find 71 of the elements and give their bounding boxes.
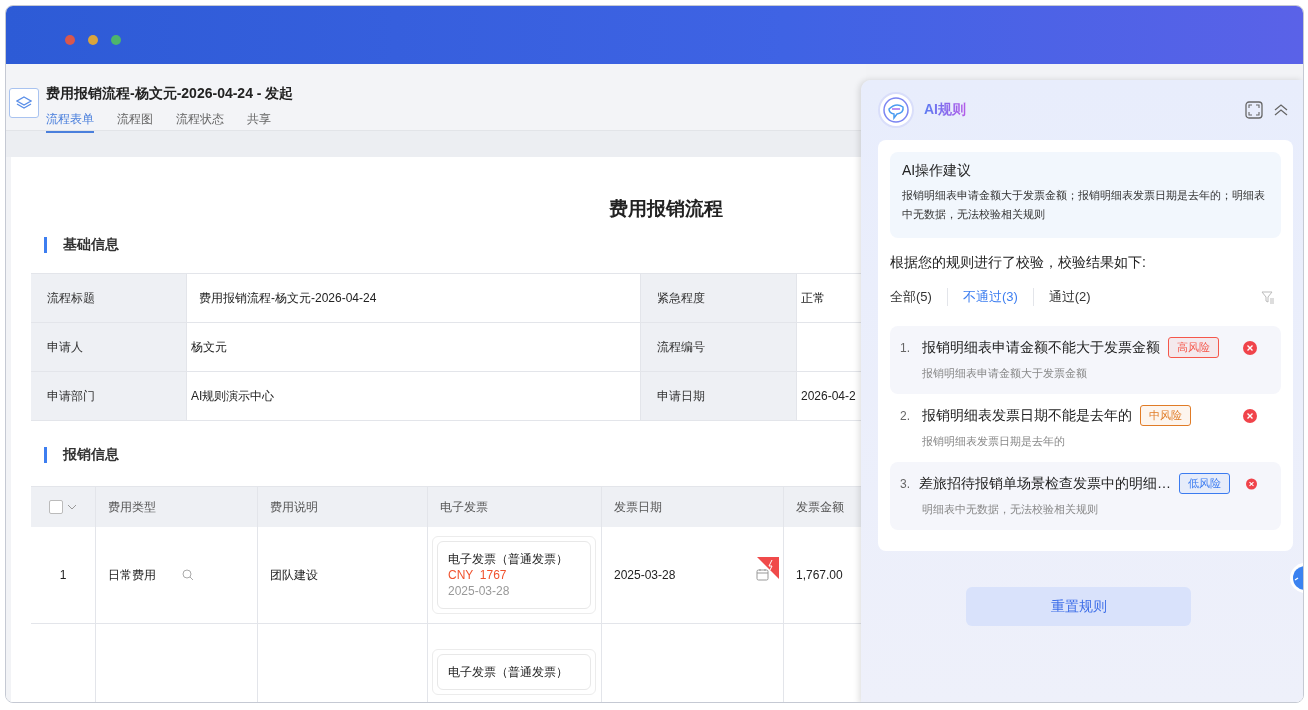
fullscreen-icon[interactable]: [1245, 101, 1263, 119]
tab[interactable]: 流程状态: [176, 111, 224, 133]
chevron-down-icon[interactable]: [67, 504, 77, 510]
field-label: 流程编号: [641, 323, 797, 372]
field-label: 紧急程度: [641, 274, 797, 323]
summary-text: 根据您的规则进行了校验，校验结果如下:: [890, 254, 1147, 272]
column-header: 发票金额: [796, 498, 844, 516]
reset-rules-button[interactable]: 重置规则: [966, 587, 1191, 626]
item-number: 3.: [900, 476, 911, 491]
invoice-card[interactable]: 电子发票（普通发票）: [437, 654, 591, 690]
search-icon[interactable]: [182, 569, 194, 581]
table-cell: 1,767.00: [796, 568, 843, 582]
row-number: 1: [59, 568, 67, 582]
suggestion-text: 报销明细表申请金额大于发票金额；报销明细表发票日期是去年的；明细表中无数据，无法校验相关规则: [902, 188, 1266, 222]
field-label: 申请人: [31, 323, 187, 372]
rule-title: 报销明细表发票日期不能是去年的: [922, 406, 1132, 425]
column-header: 电子发票: [440, 498, 488, 516]
filter-tab[interactable]: 全部(5): [890, 288, 932, 306]
column-header: 发票日期: [614, 498, 662, 516]
risk-tag: 高风险: [1168, 337, 1219, 358]
rule-detail: 明细表中无数据，无法校验相关规则: [922, 502, 1099, 517]
filter-tab[interactable]: 通过(2): [1048, 288, 1091, 306]
result-item[interactable]: 1. 报销明细表申请金额不能大于发票金额 高风险 报销明细表申请金额大于发票金额: [890, 326, 1281, 394]
field-value: AI规则演示中心: [191, 387, 275, 405]
zoom-dot-icon[interactable]: [111, 35, 121, 45]
panel-title: AI规则: [924, 101, 966, 119]
result-item[interactable]: 3. 差旅招待报销单场景检查发票中的明细… 低风险 明细表中无数据，无法校验相关规则: [890, 462, 1281, 530]
fail-icon: [1243, 340, 1257, 355]
column-header: 费用类型: [108, 498, 156, 516]
field-value: 费用报销流程-杨文元-2026-04-24: [198, 289, 377, 307]
table-cell: 2025-03-28: [614, 568, 676, 582]
section-heading: 报销信息: [63, 446, 119, 464]
result-item[interactable]: 2. 报销明细表发票日期不能是去年的 中风险 报销明细表发票日期是去年的: [890, 394, 1281, 462]
invoice-card[interactable]: 电子发票（普通发票） CNY 1767 2025-03-28: [437, 541, 591, 609]
field-value: 2026-04-2: [801, 389, 856, 403]
tab[interactable]: 流程图: [117, 111, 153, 133]
lightning-flag-icon: [757, 557, 779, 579]
risk-tag: 低风险: [1179, 473, 1230, 494]
form-title: 费用报销流程: [608, 197, 724, 217]
table-cell: 团队建设: [270, 566, 318, 584]
table-cell: 日常费用: [108, 566, 156, 584]
rule-detail: 报销明细表申请金额大于发票金额: [922, 366, 1088, 381]
field-label: 申请日期: [641, 372, 797, 421]
collapse-icon[interactable]: [1273, 103, 1289, 117]
minimize-dot-icon[interactable]: [88, 35, 98, 45]
field-label: 流程标题: [31, 274, 187, 323]
field-value: 正常: [801, 289, 825, 307]
fail-icon: [1243, 408, 1257, 423]
rule-title: 报销明细表申请金额不能大于发票金额: [922, 338, 1160, 357]
filter-tab[interactable]: 不通过(3): [962, 288, 1018, 306]
field-label: 申请部门: [31, 372, 187, 421]
item-number: 2.: [900, 408, 911, 423]
fail-icon: [1246, 476, 1257, 491]
risk-tag: 中风险: [1140, 405, 1191, 426]
layers-button[interactable]: [9, 88, 39, 118]
calendar-icon[interactable]: [756, 568, 769, 581]
close-dot-icon[interactable]: [65, 35, 75, 45]
field-value: 杨文元: [191, 338, 227, 356]
rule-detail: 报销明细表发票日期是去年的: [922, 434, 1066, 449]
rule-title: 差旅招待报销单场景检查发票中的明细…: [919, 474, 1171, 493]
filter-icon[interactable]: [1261, 290, 1275, 304]
section-heading: 基础信息: [63, 236, 119, 254]
page-title: 费用报销流程-杨文元-2026-04-24 - 发起: [46, 85, 294, 103]
layers-icon: [16, 96, 32, 110]
tab[interactable]: 共享: [247, 111, 271, 133]
suggestion-title: AI操作建议: [902, 162, 973, 180]
assistant-button[interactable]: [1289, 562, 1303, 594]
select-all-checkbox[interactable]: [49, 500, 63, 514]
column-header: 费用说明: [270, 498, 318, 516]
item-number: 1.: [900, 340, 911, 355]
robot-chat-icon: [878, 92, 914, 128]
